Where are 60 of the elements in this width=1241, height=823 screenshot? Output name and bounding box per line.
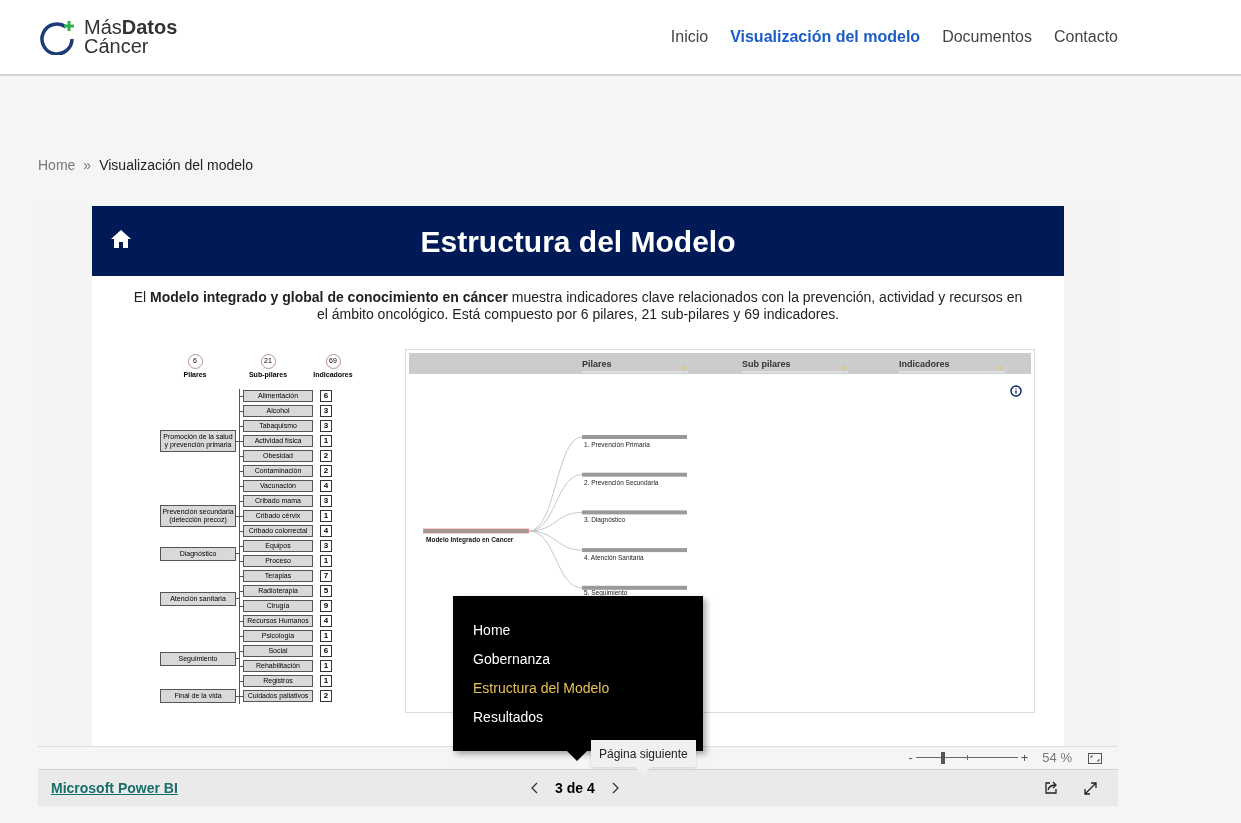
- indicator-count: 1: [320, 675, 332, 687]
- zoom-in-button[interactable]: +: [1020, 748, 1029, 768]
- menu-item[interactable]: Gobernanza: [473, 650, 703, 668]
- logo-text: Cáncer: [84, 37, 150, 56]
- breadcrumb-separator: »: [83, 155, 92, 175]
- logo-text: MásDatos: [84, 18, 178, 37]
- indicator-count: 7: [320, 570, 332, 582]
- indicator-count: 3: [320, 420, 332, 432]
- menu-item[interactable]: Resultados: [473, 708, 703, 726]
- nav-link[interactable]: Contacto: [1053, 25, 1118, 49]
- indicator-count: 1: [320, 630, 332, 642]
- tree-node-bar[interactable]: [582, 510, 687, 515]
- slicer-label[interactable]: Indicadores: [899, 359, 950, 369]
- tree-node-bar[interactable]: [582, 472, 687, 477]
- zoom-out-button[interactable]: -: [908, 748, 913, 768]
- indicator-count: 6: [320, 390, 332, 402]
- indicator-count: 1: [320, 435, 332, 447]
- tree-node-bar[interactable]: [423, 528, 529, 534]
- description: El Modelo integrado y global de conocimiento en cáncer muestra indicadores clave relacionados con la prevención, actividad y recursos en el ámbito oncológico. Está compuesto por 6 pilares, 21 sub-pilares y 69 indicadores.: [132, 289, 1024, 323]
- indicator-count: 1: [320, 660, 332, 672]
- tree-node-bar[interactable]: [582, 548, 687, 553]
- nav-link[interactable]: Visualización del modelo: [730, 25, 921, 49]
- slider-thumb[interactable]: [941, 752, 946, 764]
- indicator-count: 2: [320, 690, 332, 702]
- indicator-count: 3: [320, 405, 332, 417]
- tree-node-bar[interactable]: [582, 585, 687, 590]
- breadcrumb-link[interactable]: Home: [38, 154, 76, 176]
- indicator-count: 3: [320, 495, 332, 507]
- indicator-count: 6: [320, 645, 332, 657]
- indicator-count: 4: [320, 480, 332, 492]
- share-icon[interactable]: [1044, 781, 1058, 795]
- indicator-count: 3: [320, 540, 332, 552]
- zoom-slider[interactable]: [915, 752, 1018, 764]
- report-title: Estructura del Modelo: [420, 223, 736, 260]
- previous-page-icon[interactable]: [531, 782, 539, 794]
- slicer-label[interactable]: Pilares: [582, 359, 612, 369]
- tree-node-bar[interactable]: [582, 435, 687, 439]
- page-indicator: 3 de 4: [555, 778, 595, 798]
- fullscreen-icon[interactable]: [1084, 781, 1097, 795]
- indicator-count: 1: [320, 555, 332, 567]
- zoom-level: 54 %: [1042, 749, 1072, 768]
- breadcrumb-current: Visualización del modelo: [99, 155, 253, 175]
- menu-item[interactable]: Estructura del Modelo: [473, 679, 703, 697]
- slicer-label[interactable]: Sub pilares: [742, 359, 791, 369]
- menu-item[interactable]: Home: [473, 621, 703, 639]
- next-page-icon[interactable]: [610, 782, 619, 794]
- home-icon[interactable]: [110, 229, 132, 249]
- indicator-count: 1: [320, 510, 332, 522]
- logo-icon: [40, 19, 76, 55]
- indicator-count: 4: [320, 615, 332, 627]
- fit-page-icon[interactable]: [1088, 752, 1102, 764]
- indicator-count: 2: [320, 450, 332, 462]
- indicator-count: 2: [320, 465, 332, 477]
- indicator-count: 4: [320, 525, 332, 537]
- nav-link[interactable]: Inicio: [670, 25, 709, 49]
- power-bi-link[interactable]: Microsoft Power BI: [51, 777, 531, 799]
- info-icon[interactable]: [1010, 385, 1022, 397]
- nav-link[interactable]: Documentos: [942, 25, 1032, 49]
- indicator-count: 5: [320, 585, 332, 597]
- indicator-count: 9: [320, 600, 332, 612]
